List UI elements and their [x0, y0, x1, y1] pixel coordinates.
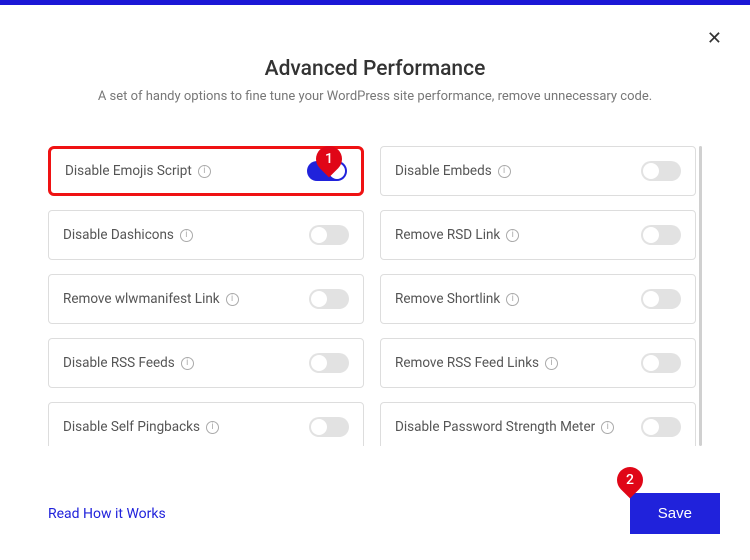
option-disable-rss-feeds[interactable]: Disable RSS Feeds i — [48, 338, 364, 388]
toggle-disable-self-pingbacks[interactable] — [309, 417, 349, 437]
option-label: Remove RSD Link — [395, 227, 500, 243]
info-icon[interactable]: i — [506, 229, 519, 242]
option-label: Remove RSS Feed Links — [395, 355, 539, 371]
option-label: Disable RSS Feeds — [63, 355, 175, 371]
close-button[interactable]: ✕ — [707, 28, 722, 49]
page-subtitle: A set of handy options to fine tune your… — [48, 89, 702, 104]
toggle-disable-embeds[interactable] — [641, 161, 681, 181]
save-button[interactable]: Save — [630, 493, 720, 534]
option-label: Disable Self Pingbacks — [63, 419, 200, 435]
info-icon[interactable]: i — [180, 229, 193, 242]
info-icon[interactable]: i — [198, 165, 211, 178]
option-disable-self-pingbacks[interactable]: Disable Self Pingbacks i — [48, 402, 364, 446]
toggle-disable-dashicons[interactable] — [309, 225, 349, 245]
option-disable-embeds[interactable]: Disable Embeds i — [380, 146, 696, 196]
toggle-disable-rss-feeds[interactable] — [309, 353, 349, 373]
info-icon[interactable]: i — [226, 293, 239, 306]
read-how-it-works-link[interactable]: Read How it Works — [48, 506, 166, 522]
option-label: Disable Password Strength Meter — [395, 419, 595, 435]
option-remove-shortlink[interactable]: Remove Shortlink i — [380, 274, 696, 324]
option-remove-wlwmanifest[interactable]: Remove wlwmanifest Link i — [48, 274, 364, 324]
option-remove-rsd[interactable]: Remove RSD Link i — [380, 210, 696, 260]
info-icon[interactable]: i — [545, 357, 558, 370]
toggle-remove-rss-links[interactable] — [641, 353, 681, 373]
option-remove-rss-links[interactable]: Remove RSS Feed Links i — [380, 338, 696, 388]
option-label: Remove wlwmanifest Link — [63, 291, 220, 307]
page-title: Advanced Performance — [48, 57, 702, 81]
option-disable-password-strength[interactable]: Disable Password Strength Meter i — [380, 402, 696, 446]
option-label: Remove Shortlink — [395, 291, 500, 307]
info-icon[interactable]: i — [506, 293, 519, 306]
info-icon[interactable]: i — [498, 165, 511, 178]
scrollbar[interactable] — [699, 146, 702, 446]
toggle-remove-shortlink[interactable] — [641, 289, 681, 309]
option-label: Disable Emojis Script — [65, 163, 192, 179]
option-label: Disable Dashicons — [63, 227, 174, 243]
toggle-disable-password-strength[interactable] — [641, 417, 681, 437]
info-icon[interactable]: i — [206, 421, 219, 434]
toggle-remove-wlwmanifest[interactable] — [309, 289, 349, 309]
info-icon[interactable]: i — [601, 421, 614, 434]
option-disable-dashicons[interactable]: Disable Dashicons i — [48, 210, 364, 260]
close-icon: ✕ — [707, 28, 722, 48]
info-icon[interactable]: i — [181, 357, 194, 370]
toggle-remove-rsd[interactable] — [641, 225, 681, 245]
option-label: Disable Embeds — [395, 163, 492, 179]
option-disable-emojis[interactable]: 1 Disable Emojis Script i — [48, 146, 364, 196]
options-grid: 1 Disable Emojis Script i Disable Embeds… — [48, 146, 702, 446]
